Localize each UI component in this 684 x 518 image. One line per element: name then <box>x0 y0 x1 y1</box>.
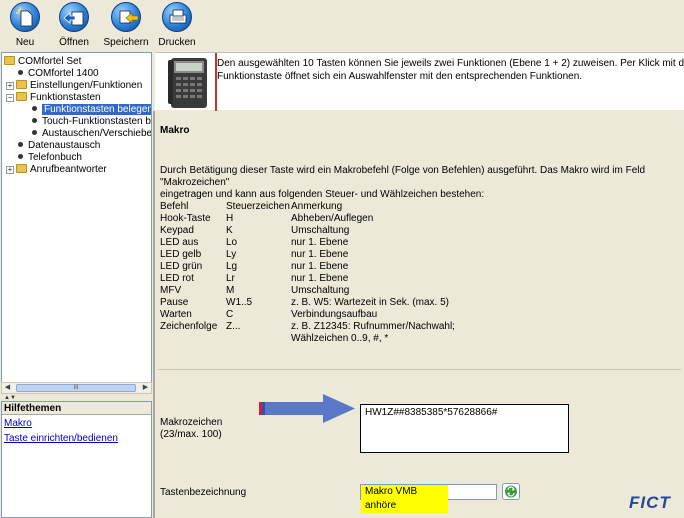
refresh-icon <box>505 485 517 498</box>
new-icon <box>10 2 40 32</box>
folder-icon <box>4 56 15 65</box>
expand-icon[interactable]: + <box>6 82 14 90</box>
bullet-icon <box>32 130 37 135</box>
bullet-icon <box>32 106 37 111</box>
scroll-left-icon[interactable]: ◀ <box>2 383 13 393</box>
section-title: Makro <box>160 125 190 136</box>
scroll-right-icon[interactable]: ▶ <box>140 383 151 393</box>
bullet-icon <box>18 70 23 75</box>
header-description: Den ausgewählten 10 Tasten können Sie je… <box>217 58 684 82</box>
help-panel: Hilfethemen Makro Taste einrichten/bedie… <box>1 401 152 518</box>
help-link-makro[interactable]: Makro <box>2 417 151 430</box>
toolbar: Neu Öffnen Speichern Drucken <box>0 0 684 52</box>
help-link-taste-einrichten[interactable]: Taste einrichten/bedienen <box>2 432 151 445</box>
tree-root[interactable]: COMfortel Set <box>4 56 81 68</box>
help-header: Hilfethemen <box>2 402 151 415</box>
save-icon <box>111 2 141 32</box>
tree-item-austauschen[interactable]: Austauschen/Verschiebe <box>32 128 151 140</box>
tree-item-einstellungen[interactable]: + Einstellungen/Funktionen <box>6 80 142 92</box>
folder-icon <box>16 80 27 89</box>
phone-image <box>167 56 211 110</box>
key-label-input[interactable]: Makro VMB anhöre <box>360 484 497 513</box>
tree-item-comfortel-1400[interactable]: COMfortel 1400 <box>18 68 99 80</box>
key-label-value: Makro VMB anhöre <box>361 485 448 513</box>
open-icon <box>59 2 89 32</box>
macro-label: Makrozeichen (23/max. 100) <box>160 417 223 440</box>
open-button[interactable]: Öffnen <box>51 2 97 52</box>
content-panel: Makro Durch Betätigung dieser Taste wird… <box>153 111 684 518</box>
tree-item-funktionstasten[interactable]: − Funktionstasten <box>6 92 101 104</box>
bullet-icon <box>18 154 23 159</box>
print-icon <box>162 2 192 32</box>
tree-item-funktionstasten-belegen[interactable]: Funktionstasten belegen <box>32 104 151 116</box>
tree-item-datenaustausch[interactable]: Datenaustausch <box>18 140 100 152</box>
navigation-tree: COMfortel Set COMfortel 1400 + Einstellun… <box>1 52 152 388</box>
tree-item-anrufbeantworter[interactable]: + Anrufbeantworter <box>6 164 107 176</box>
bullet-icon <box>32 118 37 123</box>
info-header: Den ausgewählten 10 Tasten können Sie je… <box>155 52 684 111</box>
folder-icon <box>16 92 27 101</box>
refresh-button[interactable] <box>502 483 520 500</box>
folder-icon <box>16 164 27 173</box>
intro-text: Durch Betätigung dieser Taste wird ein M… <box>160 165 646 200</box>
arrow-icon <box>259 393 359 425</box>
scrollbar-thumb[interactable]: III <box>16 384 136 392</box>
tree-item-telefonbuch[interactable]: Telefonbuch <box>18 152 82 164</box>
watermark: FICT <box>629 493 671 512</box>
key-label-caption: Tastenbezeichnung <box>160 487 247 498</box>
save-button[interactable]: Speichern <box>103 2 149 52</box>
bullet-icon <box>18 142 23 147</box>
expand-icon[interactable]: + <box>6 166 14 174</box>
tree-item-touch-funktionstasten[interactable]: Touch-Funktionstasten b <box>32 116 151 128</box>
macro-characters-field[interactable]: HW1Z##8385385*57628866# <box>360 404 569 453</box>
new-button[interactable]: Neu <box>2 2 48 52</box>
print-button[interactable]: Drucken <box>154 2 200 52</box>
collapse-icon[interactable]: − <box>6 94 14 102</box>
tree-horizontal-scrollbar[interactable]: ◀ III ▶ <box>1 382 152 394</box>
section-divider <box>158 369 681 370</box>
